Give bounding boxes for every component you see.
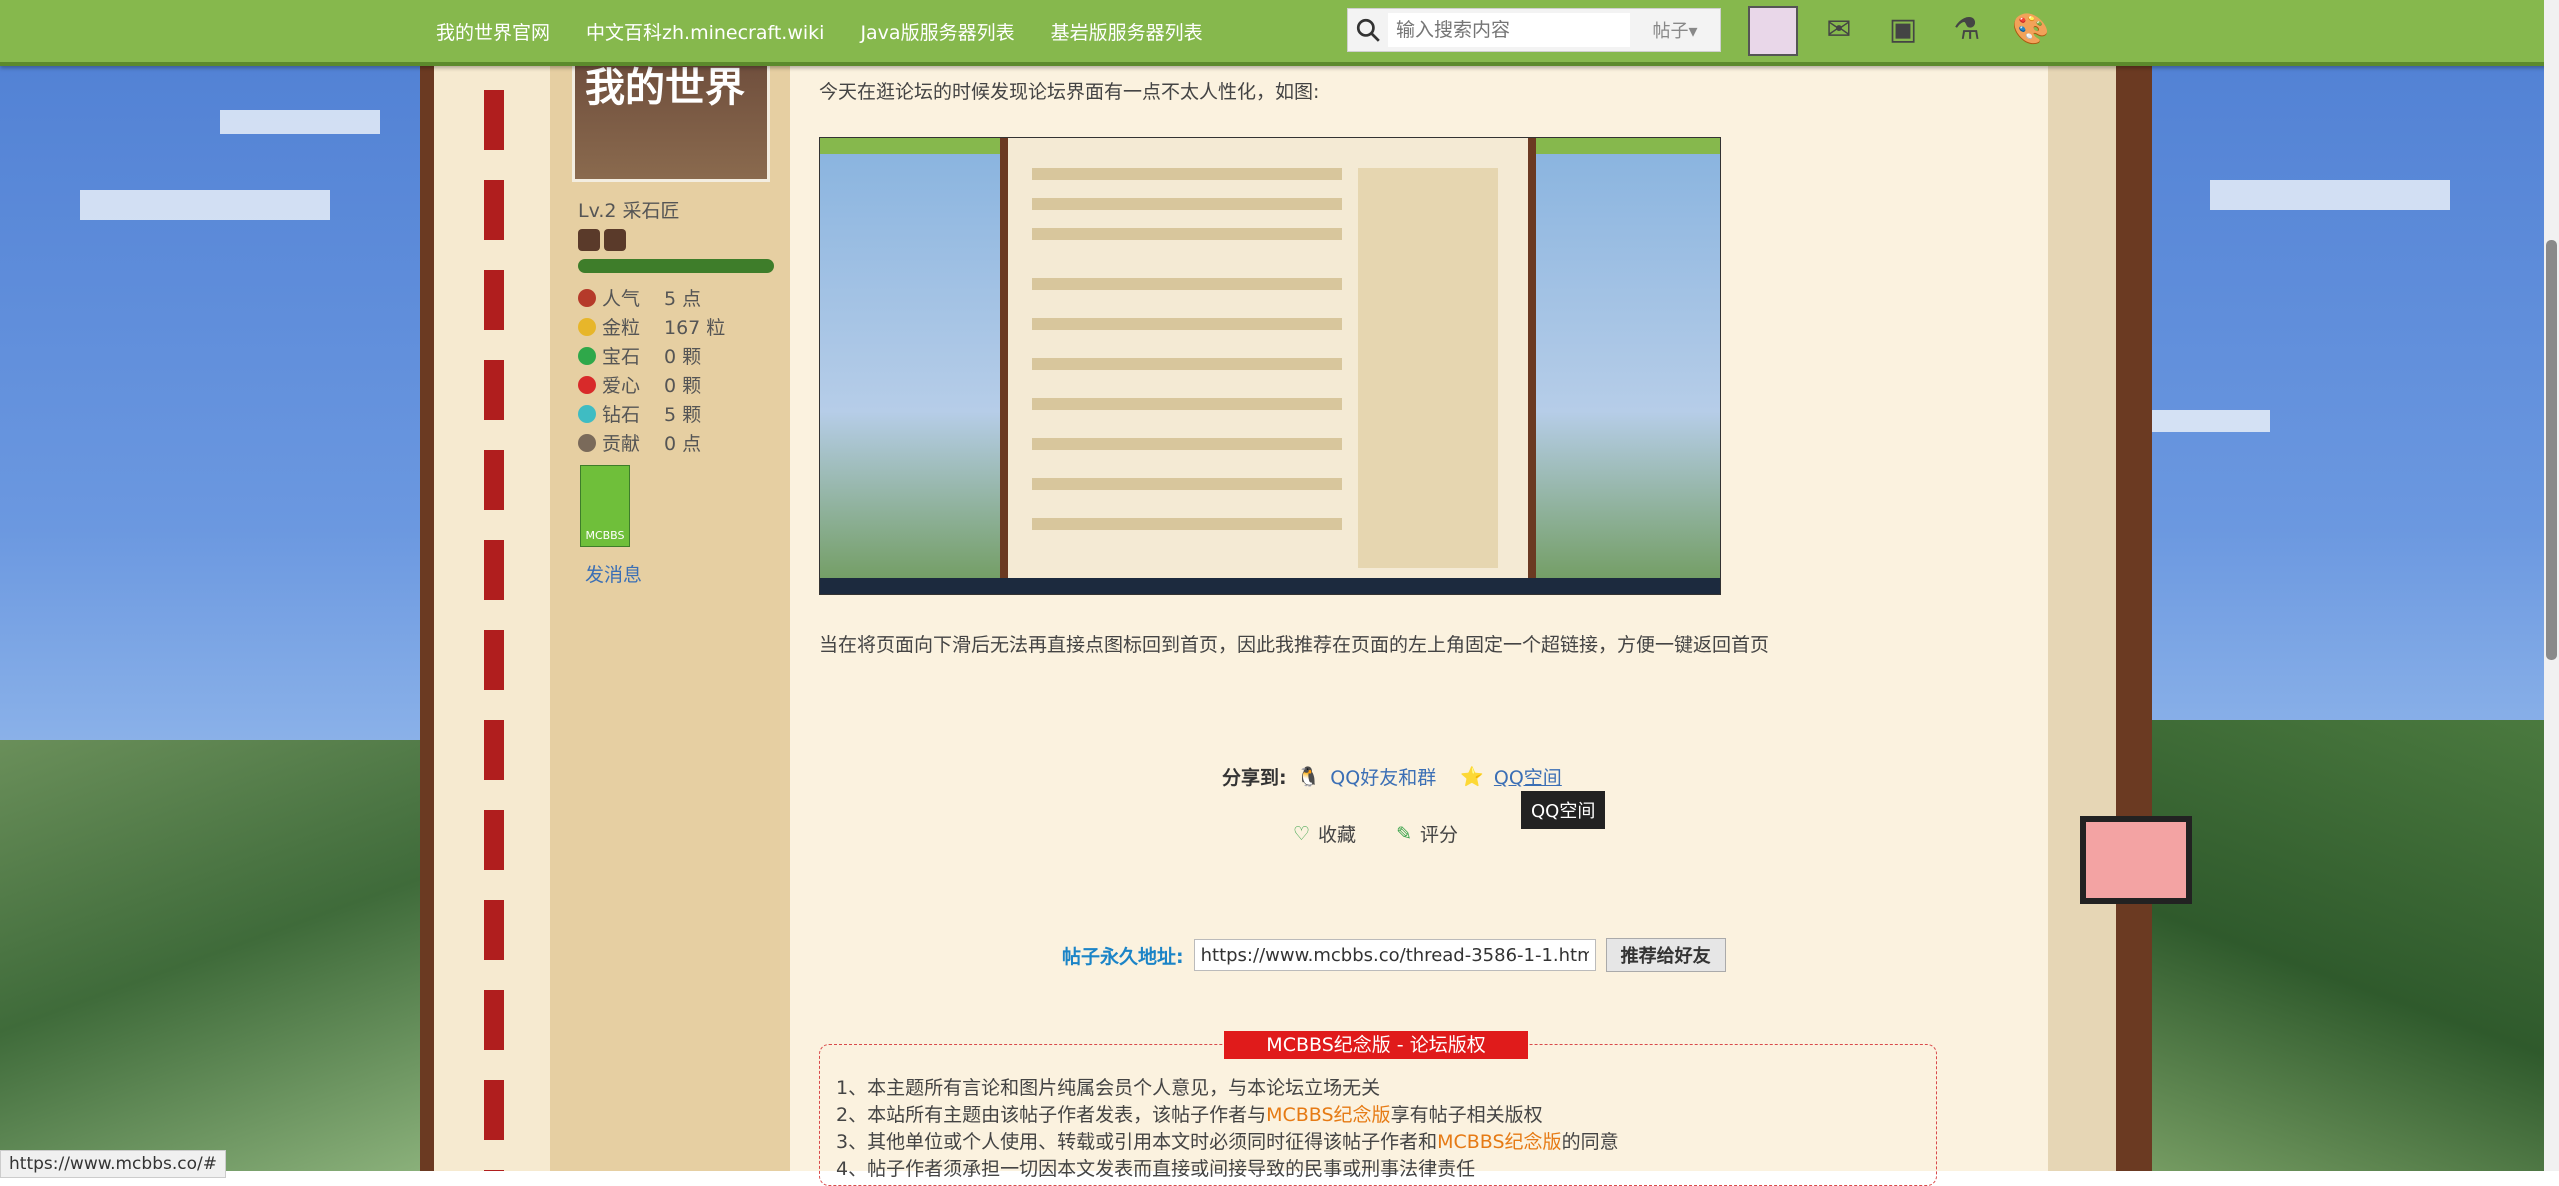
heart-icon — [578, 375, 596, 394]
user-level: Lv.2 采石匠 — [578, 200, 680, 222]
stat-gold: 金粒 167 粒 — [578, 312, 725, 341]
mail-icon[interactable]: ✉ — [1816, 6, 1862, 52]
badge-icon — [578, 229, 600, 251]
favorite-button[interactable]: ♡ 收藏 — [1293, 820, 1356, 847]
search-box: 帖子▾ — [1347, 8, 1721, 52]
contribution-icon — [578, 433, 596, 452]
badge-icon — [604, 229, 626, 251]
stat-diamond: 钻石 5 颗 — [578, 399, 725, 428]
user-avatar-icon[interactable] — [1748, 6, 1798, 56]
copyright-line: 4、帖子作者须承担一切因本文发表而直接或间接导致的民事或刑事法律责任 — [836, 1158, 1476, 1180]
nav-wiki[interactable]: 中文百科zh.minecraft.wiki — [586, 18, 824, 45]
recommend-to-friends-button[interactable]: 推荐给好友 — [1605, 938, 1726, 972]
copyright-line: 2、本站所有主题由该帖子作者发表，该帖子作者与MCBBS纪念版享有帖子相关版权 — [836, 1104, 1543, 1126]
scrollbar-thumb[interactable] — [2546, 240, 2557, 660]
copyright-line: 1、本主题所有言论和图片纯属会员个人意见，与本论坛立场无关 — [836, 1077, 1381, 1099]
mcbbs-link[interactable]: MCBBS纪念版 — [1437, 1131, 1561, 1153]
stat-value: 0 颗 — [664, 375, 702, 397]
gem-icon — [578, 346, 596, 365]
permalink-input[interactable] — [1193, 939, 1596, 971]
send-message-link[interactable]: 发消息 — [585, 560, 642, 587]
edit-check-icon: ✎ — [1396, 822, 1412, 845]
share-bar: 分享到: 🐧 QQ好友和群 ⭐ QQ空间 — [1222, 763, 1562, 790]
level-badges — [578, 229, 626, 251]
share-qq-friends-link[interactable]: QQ好友和群 — [1330, 763, 1436, 790]
stat-value: 0 点 — [664, 433, 702, 455]
stat-heart: 爱心 0 颗 — [578, 370, 725, 399]
stat-contribution: 贡献 0 点 — [578, 428, 725, 457]
cloud — [80, 190, 330, 220]
permalink-label: 帖子永久地址: — [1062, 945, 1184, 968]
copyright-line: 3、其他单位或个人使用、转载或引用本文时必须同时征得该帖子作者和MCBBS纪念版… — [836, 1131, 1619, 1153]
qzone-star-icon: ⭐ — [1460, 766, 1484, 788]
post-paragraph-2: 当在将页面向下滑后无法再直接点图标回到首页，因此我推荐在页面的左上角固定一个超链… — [819, 634, 1770, 656]
share-qzone-link[interactable]: QQ空间 — [1494, 763, 1562, 790]
nav-official-site[interactable]: 我的世界官网 — [436, 18, 550, 45]
share-label: 分享到: — [1222, 767, 1287, 789]
popularity-icon — [578, 288, 596, 307]
level-progress-bar — [578, 259, 774, 273]
qzone-tooltip: QQ空间 — [1521, 791, 1606, 829]
stat-value: 0 颗 — [664, 346, 702, 368]
copyright-title: MCBBS纪念版 - 论坛版权 — [1224, 1031, 1528, 1059]
box-icon[interactable]: ▣ — [1880, 6, 1926, 52]
stat-value: 5 颗 — [664, 404, 702, 426]
heart-outline-icon: ♡ — [1293, 822, 1311, 845]
mcbbs-link[interactable]: MCBBS纪念版 — [1266, 1104, 1390, 1126]
trees-right — [2099, 720, 2559, 1171]
stat-label: 爱心 — [602, 375, 641, 397]
nav-bedrock-servers[interactable]: 基岩版服务器列表 — [1051, 18, 1203, 45]
permalink-section: 帖子永久地址: 推荐给好友 — [1062, 938, 1726, 972]
mcbbs-medal[interactable]: MCBBS — [580, 465, 630, 547]
favorite-label: 收藏 — [1318, 824, 1357, 846]
gold-icon — [578, 317, 596, 336]
stat-value: 5 点 — [664, 288, 702, 310]
cloud — [2210, 180, 2450, 210]
diamond-icon — [578, 404, 596, 423]
user-stats: 人气 5 点 金粒 167 粒 宝石 0 颗 爱心 0 颗 钻石 5 颗 贡献 0 点 — [578, 283, 725, 457]
palette-icon[interactable]: 🎨 — [2008, 6, 2054, 52]
top-user-icons: ✉ ▣ ⚗ 🎨 — [1748, 6, 2054, 56]
post-actions: ♡ 收藏 ✎ 评分 — [1293, 820, 1458, 847]
stat-popularity: 人气 5 点 — [578, 283, 725, 312]
scrollbar[interactable] — [2544, 0, 2559, 1171]
search-input[interactable] — [1388, 13, 1630, 47]
pink-flag-decoration[interactable] — [2080, 816, 2192, 904]
stat-label: 钻石 — [602, 404, 641, 426]
search-icon[interactable] — [1348, 10, 1388, 50]
cloud — [220, 110, 380, 134]
stat-label: 金粒 — [602, 317, 641, 339]
top-nav-links: 我的世界官网 中文百科zh.minecraft.wiki Java版服务器列表 … — [436, 0, 1203, 62]
stat-label: 宝石 — [602, 346, 641, 368]
stat-label: 贡献 — [602, 433, 641, 455]
trees-left — [0, 740, 420, 1171]
copyright-box: MCBBS纪念版 - 论坛版权 1、本主题所有言论和图片纯属会员个人意见，与本论… — [819, 1031, 1937, 1186]
potion-icon[interactable]: ⚗ — [1944, 6, 1990, 52]
right-frame — [2048, 0, 2152, 1171]
medal-text: MCBBS — [585, 529, 625, 542]
copyright-list: 1、本主题所有言论和图片纯属会员个人意见，与本论坛立场无关 2、本站所有主题由该… — [836, 1075, 1619, 1183]
top-nav-bar — [0, 0, 2559, 66]
qq-penguin-icon: 🐧 — [1296, 766, 1321, 788]
post-screenshot-image[interactable] — [819, 137, 1721, 595]
nav-java-servers[interactable]: Java版服务器列表 — [860, 18, 1014, 45]
stat-value: 167 粒 — [664, 317, 726, 339]
rate-button[interactable]: ✎ 评分 — [1396, 820, 1458, 847]
post-paragraph-1: 今天在逛论坛的时候发现论坛界面有一点不太人性化，如图: — [819, 81, 1320, 103]
search-type-select[interactable]: 帖子▾ — [1630, 17, 1720, 43]
status-bar-url: https://www.mcbbs.co/# — [0, 1150, 226, 1178]
stat-gem: 宝石 0 颗 — [578, 341, 725, 370]
stat-label: 人气 — [602, 288, 641, 310]
left-frame — [420, 0, 564, 1171]
rate-label: 评分 — [1419, 824, 1458, 846]
